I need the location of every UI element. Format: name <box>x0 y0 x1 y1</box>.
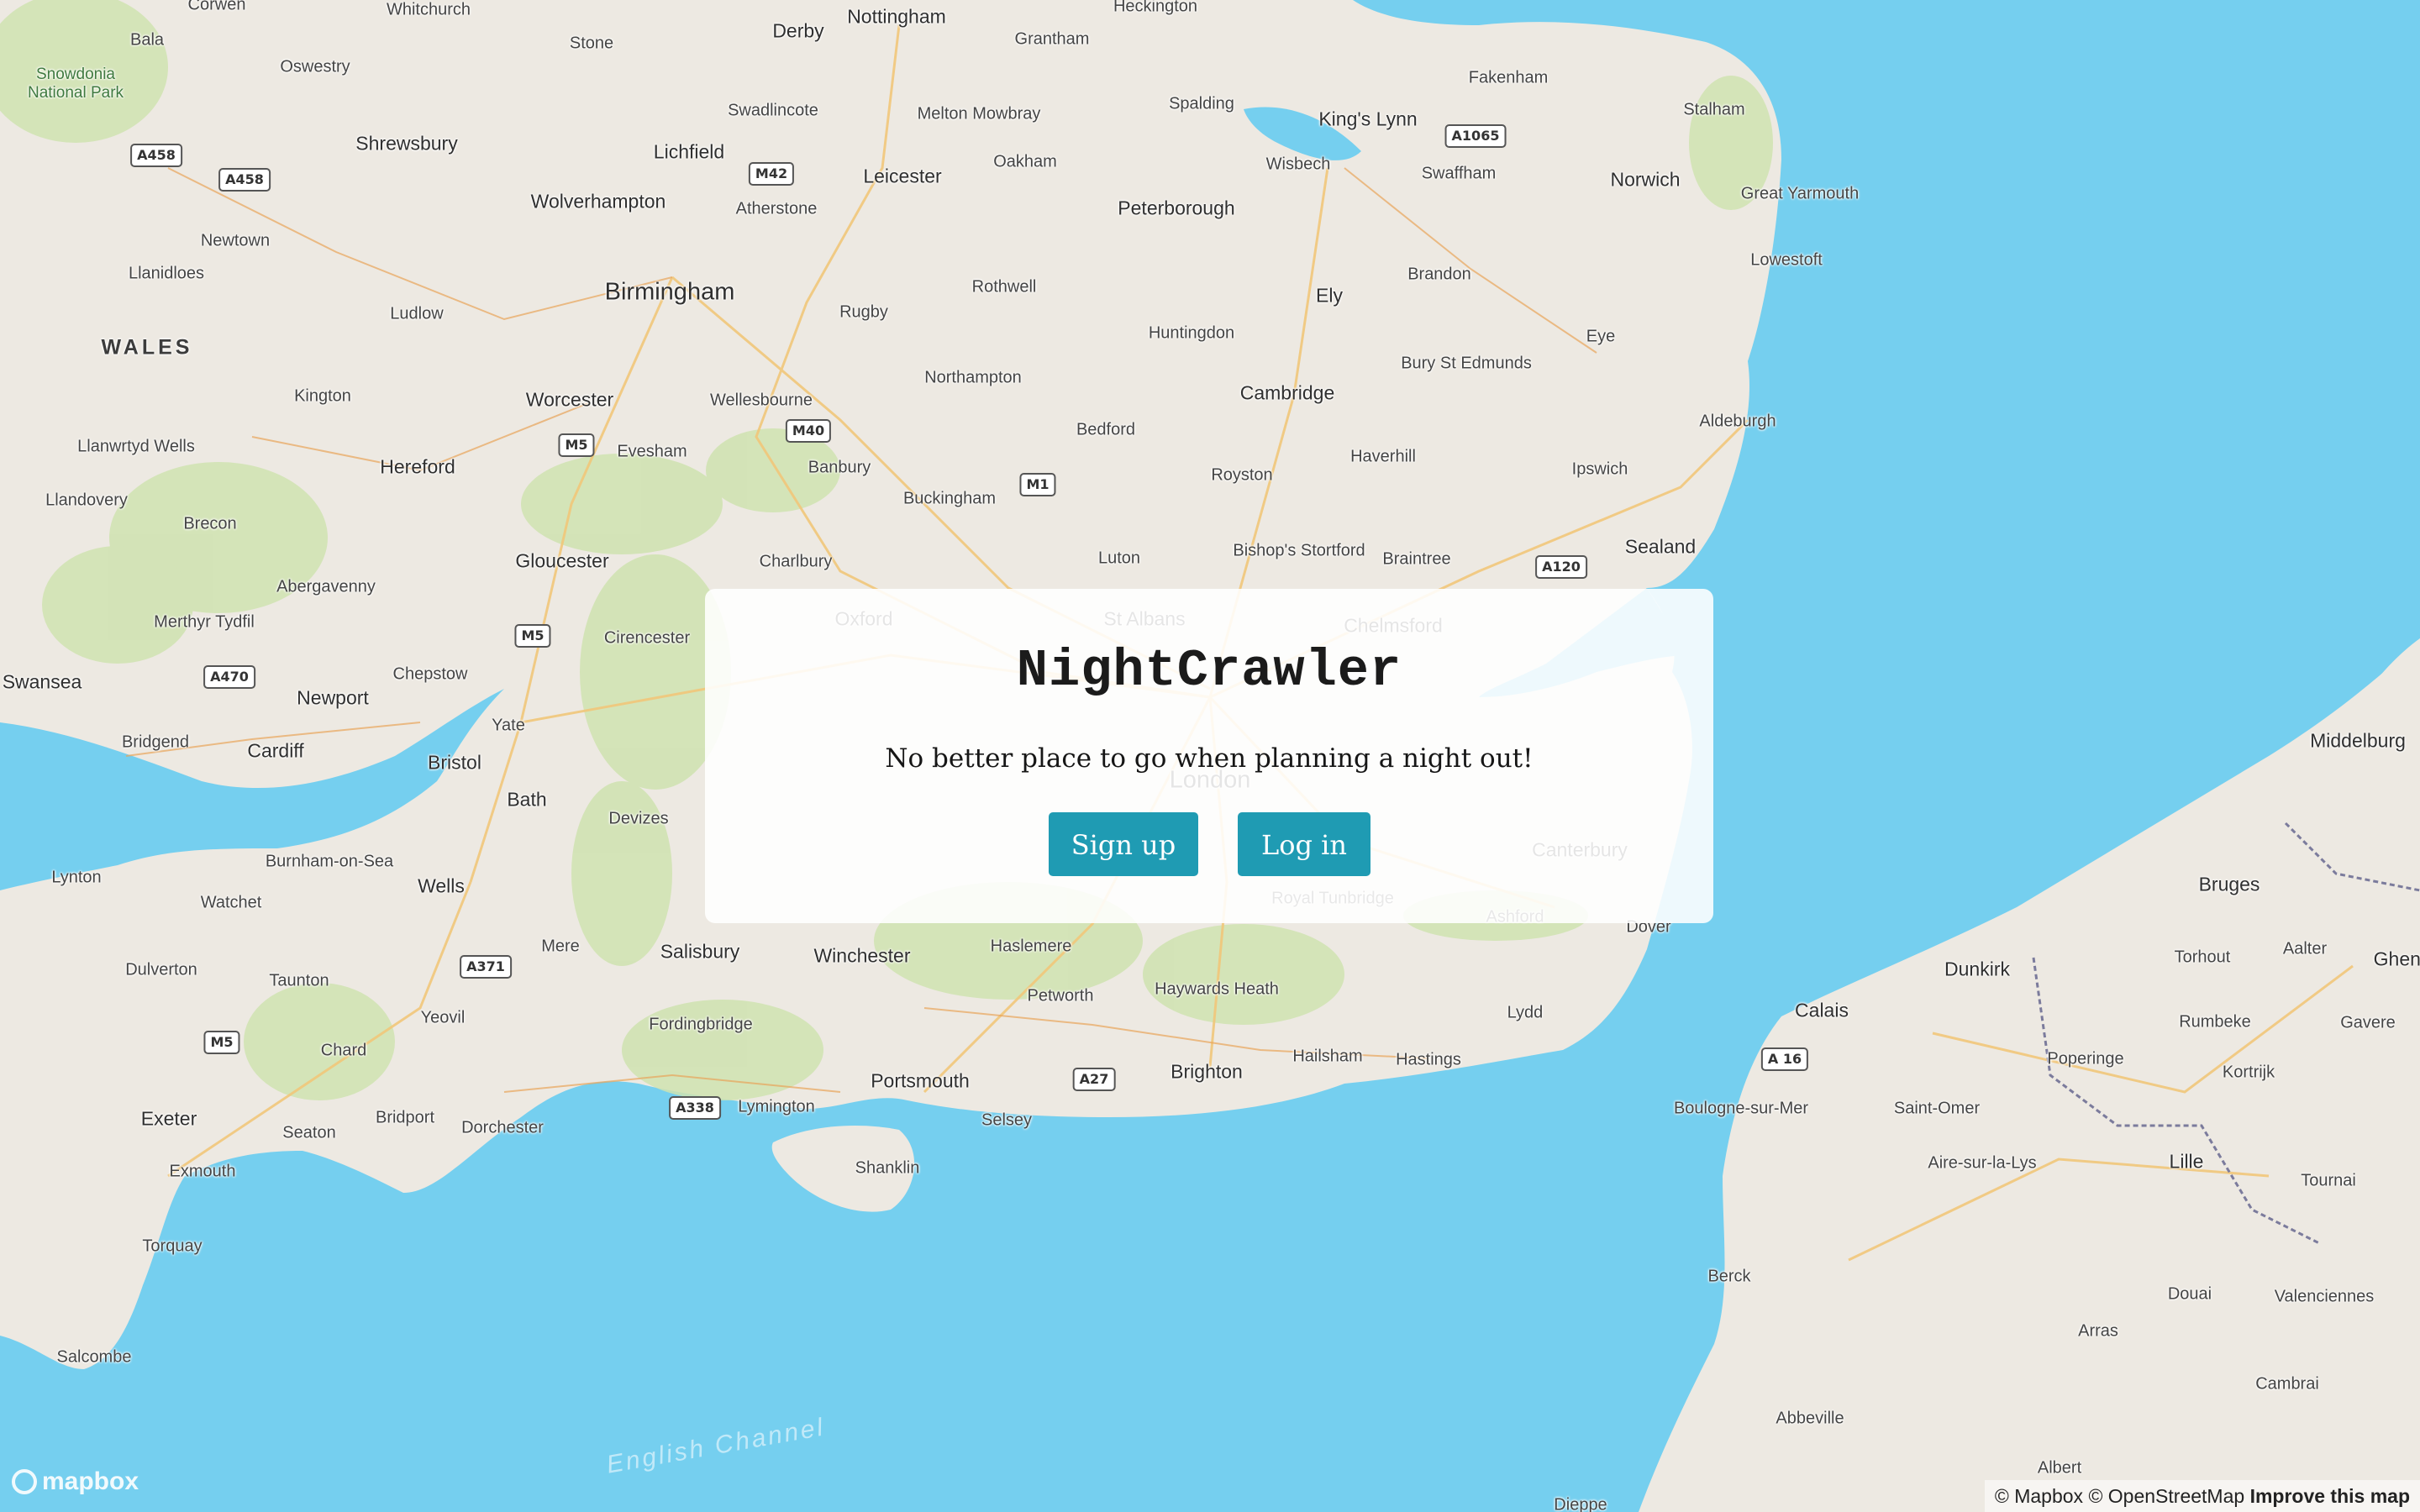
road-shield: A27 <box>1072 1068 1116 1091</box>
road-shield: A470 <box>203 665 255 689</box>
improve-map-link[interactable]: Improve this map <box>2250 1485 2410 1507</box>
attribution-osm-link[interactable]: © OpenStreetMap <box>2088 1485 2244 1507</box>
road-shield: M1 <box>1019 473 1056 496</box>
attribution-mapbox-link[interactable]: © Mapbox <box>1995 1485 2083 1507</box>
map-attribution: © Mapbox © OpenStreetMap Improve this ma… <box>1984 1480 2420 1512</box>
road-shield: A 16 <box>1760 1047 1809 1071</box>
mapbox-logo[interactable]: mapbox <box>12 1465 139 1499</box>
landing-card: NightCrawler No better place to go when … <box>705 589 1713 923</box>
road-shield: M42 <box>748 162 795 186</box>
road-shield: M5 <box>203 1031 240 1054</box>
mapbox-logo-text: mapbox <box>42 1467 139 1495</box>
app-tagline: No better place to go when planning a ni… <box>885 743 1534 774</box>
mapbox-logo-icon <box>12 1469 37 1494</box>
app-root: Nottingham Derby Grantham Heckington Whitchu… <box>0 0 2420 1512</box>
login-button[interactable]: Log in <box>1238 812 1370 876</box>
road-shield: A371 <box>460 955 512 979</box>
road-shield: A120 <box>1535 555 1587 579</box>
road-shield: A458 <box>130 144 182 167</box>
road-shield: A458 <box>218 168 271 192</box>
road-shield: M5 <box>558 433 595 457</box>
road-shield: A338 <box>669 1096 721 1120</box>
app-title: NightCrawler <box>1016 641 1402 701</box>
road-shield: A1065 <box>1444 124 1507 148</box>
road-shield: M5 <box>514 624 551 648</box>
signup-button[interactable]: Sign up <box>1049 812 1198 876</box>
road-shield: M40 <box>785 419 832 443</box>
